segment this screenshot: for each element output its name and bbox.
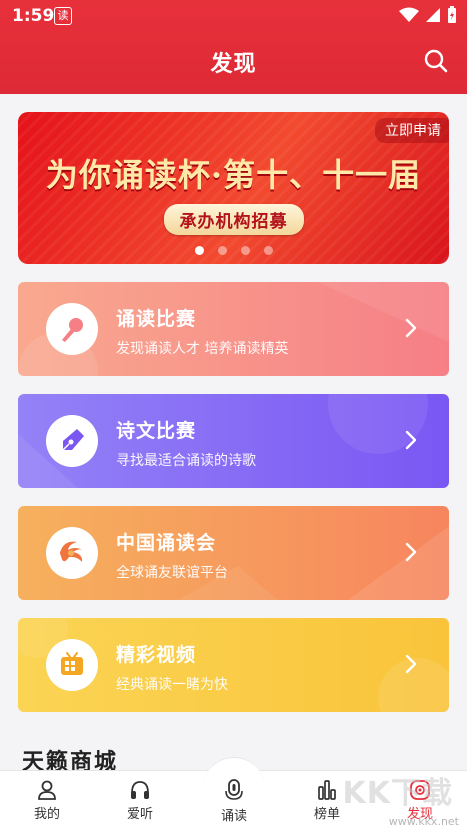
page-title: 发现 [210, 52, 257, 77]
tab-mine[interactable]: 我的 [7, 771, 87, 830]
bar-chart-icon [318, 780, 336, 800]
watermark-url: www.kkx.net [388, 815, 459, 828]
bottom-tab-bar: 我的 爱听 诵读 榜单 发现 KK下载 www.kkx.net [0, 757, 467, 830]
user-icon [38, 780, 56, 800]
status-icons [399, 6, 457, 24]
search-icon[interactable] [423, 48, 449, 74]
carousel-dot[interactable] [263, 246, 273, 255]
apply-now-button[interactable]: 立即申请 [375, 118, 449, 143]
chevron-right-icon [405, 654, 417, 674]
battery-icon [448, 6, 456, 23]
card-icon-badge [46, 415, 98, 467]
microphone-icon [225, 779, 243, 800]
card-title: 中国诵读会 [116, 532, 217, 554]
headphones-icon [131, 781, 149, 799]
banner-subline: 承办机构招募 [163, 204, 304, 235]
card-icon-badge [46, 303, 98, 355]
signal-icon [426, 8, 440, 22]
carousel-dot[interactable] [217, 246, 227, 255]
card-china-recitation-society[interactable]: 中国诵读会 全球诵友联谊平台 [18, 506, 449, 600]
tab-label: 爱听 [126, 807, 153, 822]
tab-label: 榜单 [313, 807, 340, 822]
banner-headline: 为你诵读杯·第十、十一届 [45, 156, 422, 194]
carousel-dot[interactable] [194, 246, 204, 255]
microphone-icon [62, 318, 83, 342]
card-title: 诗文比赛 [116, 420, 197, 442]
card-title: 诵读比赛 [116, 308, 197, 330]
card-subtitle: 经典诵读一睹为快 [116, 677, 228, 693]
carousel-indicator [18, 246, 449, 255]
wifi-icon [399, 7, 419, 22]
tab-listen[interactable]: 爱听 [100, 771, 180, 830]
app-notification-badge: 读 [54, 7, 72, 25]
promo-banner[interactable]: 立即申请 为你诵读杯·第十、十一届 承办机构招募 [18, 112, 449, 264]
card-recitation-contest[interactable]: 诵读比赛 发现诵读人才 培养诵读精英 [18, 282, 449, 376]
card-subtitle: 寻找最适合诵读的诗歌 [116, 453, 256, 469]
chevron-right-icon [405, 542, 417, 562]
card-featured-videos[interactable]: 精彩视频 经典诵读一睹为快 [18, 618, 449, 712]
card-title: 精彩视频 [116, 644, 197, 666]
status-time: 1:59 [12, 6, 55, 26]
card-subtitle: 全球诵友联谊平台 [116, 565, 228, 581]
tab-recite[interactable]: 诵读 [194, 771, 274, 830]
pen-nib-icon [62, 429, 84, 451]
top-bar: 1:59 读 发现 [0, 0, 467, 94]
watermark-logo: KK下载 [342, 776, 453, 811]
chevron-right-icon [405, 430, 417, 450]
tab-label: 我的 [33, 807, 60, 822]
tv-icon [61, 652, 83, 675]
tab-label: 诵读 [220, 809, 247, 824]
card-subtitle: 发现诵读人才 培养诵读精英 [116, 341, 289, 357]
status-bar: 1:59 读 [0, 0, 467, 32]
carousel-dot[interactable] [240, 246, 250, 255]
card-poetry-contest[interactable]: 诗文比赛 寻找最适合诵读的诗歌 [18, 394, 449, 488]
card-icon-badge [46, 639, 98, 691]
chevron-right-icon [405, 318, 417, 338]
card-icon-badge [46, 527, 98, 579]
swirl-logo-icon [60, 541, 83, 562]
